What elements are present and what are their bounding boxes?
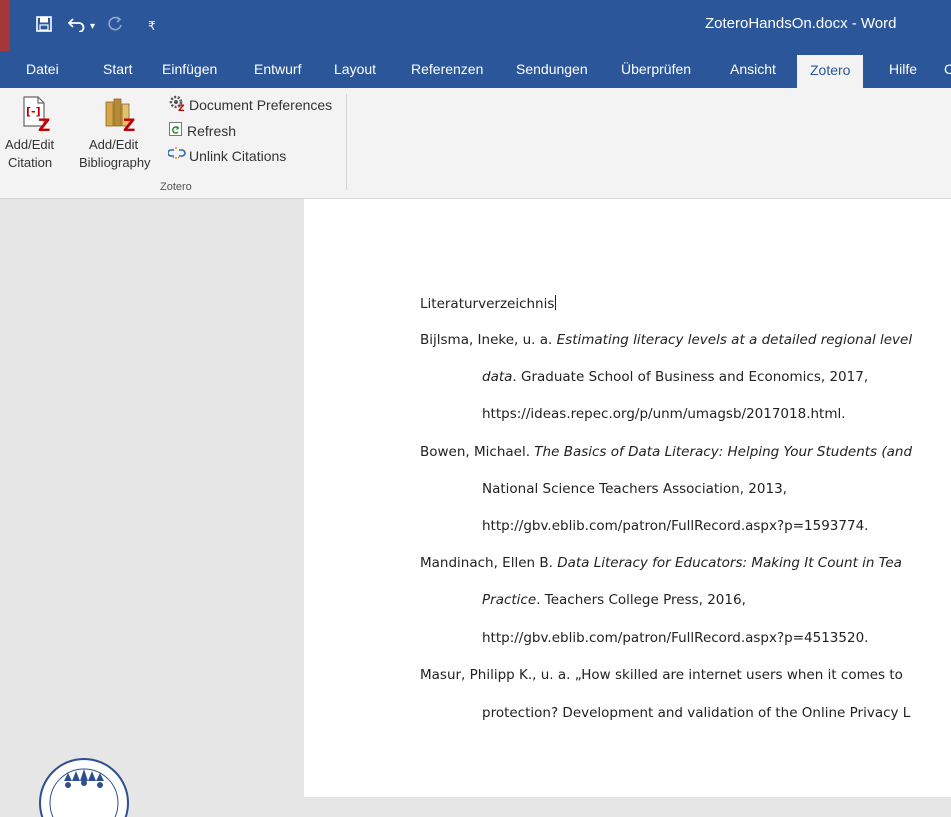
tab-einfuegen[interactable]: Einfügen — [162, 61, 217, 77]
entry-1-title: Estimating literacy levels at a detailed… — [556, 332, 913, 348]
ribbon-group-separator — [346, 94, 347, 190]
gear-icon: Z — [168, 94, 186, 115]
citation-icon: [-] Z — [22, 96, 52, 137]
add-edit-citation-label-1: Add/Edit — [5, 137, 55, 152]
tab-sendungen[interactable]: Sendungen — [516, 61, 588, 77]
window-accent-strip — [0, 0, 10, 51]
entry-1-title-cont: data — [482, 369, 513, 385]
bibliography-heading-text: Literaturverzeichnis — [420, 296, 555, 312]
save-icon[interactable] — [36, 16, 52, 36]
document-gutter — [0, 199, 304, 797]
window-title: ZoteroHandsOn.docx - Word — [705, 15, 897, 32]
bibliography-icon: Z — [104, 96, 140, 137]
ribbon-tabs: Datei Start Einfügen Entwurf Layout Refe… — [0, 51, 951, 88]
tab-ueberpruefen[interactable]: Überprüfen — [621, 61, 691, 77]
undo-icon[interactable] — [67, 16, 86, 36]
add-edit-bibliography-button[interactable]: Z Add/Edit Bibliography — [72, 88, 158, 176]
entry-3-author: Mandinach, Ellen B. — [420, 555, 558, 571]
entry-3-title: Data Literacy for Educators: Making It C… — [557, 555, 902, 571]
entry-2-title: The Basics of Data Literacy: Helping You… — [534, 444, 913, 460]
entry-1-line-1: Bijlsma, Ineke, u. a. Estimating literac… — [420, 332, 912, 348]
entry-2-url: http://gbv.eblib.com/patron/FullRecord.a… — [482, 518, 869, 534]
add-edit-citation-button[interactable]: [-] Z Add/Edit Citation — [0, 88, 72, 176]
svg-text:Z: Z — [38, 116, 50, 132]
refresh-button[interactable]: Refresh — [168, 121, 236, 140]
unlink-citations-button[interactable]: Unlink Citations — [167, 146, 287, 165]
entry-4-line-1: Masur, Philipp K., u. a. „How skilled ar… — [420, 667, 903, 683]
add-edit-bibliography-label-2: Bibliography — [79, 155, 151, 170]
document-page[interactable]: Literaturverzeichnis Bijlsma, Ineke, u. … — [304, 199, 951, 797]
university-seal-logo — [38, 757, 130, 817]
tab-entwurf[interactable]: Entwurf — [254, 61, 301, 77]
entry-1-line-2: data. Graduate School of Business and Ec… — [482, 369, 868, 385]
refresh-icon — [168, 121, 184, 140]
redo-icon[interactable] — [107, 16, 123, 36]
entry-3-line-1: Mandinach, Ellen B. Data Literacy for Ed… — [420, 555, 902, 571]
svg-text:Z: Z — [178, 104, 185, 112]
tab-zotero[interactable]: Zotero — [797, 55, 864, 88]
tab-datei[interactable]: Datei — [26, 61, 59, 77]
add-edit-citation-label-2: Citation — [8, 155, 53, 170]
add-edit-bibliography-label-1: Add/Edit — [89, 137, 139, 152]
customize-qat-icon[interactable]: ₹ — [148, 18, 156, 34]
unlink-icon — [167, 146, 186, 165]
entry-2-line-1: Bowen, Michael. The Basics of Data Liter… — [420, 444, 912, 460]
text-cursor — [555, 295, 557, 310]
tab-hilfe[interactable]: Hilfe — [889, 61, 917, 77]
entry-3-publisher: . Teachers College Press, 2016, — [536, 592, 746, 608]
entry-4-line-2: protection? Development and validation o… — [482, 705, 911, 721]
tab-layout[interactable]: Layout — [334, 61, 376, 77]
entry-1-author: Bijlsma, Ineke, u. a. — [420, 332, 557, 348]
title-bar: ▾ ₹ ZoteroHandsOn.docx - Word — [0, 0, 951, 51]
refresh-label: Refresh — [187, 122, 237, 139]
document-preferences-label: Document Preferences — [189, 96, 333, 113]
entry-2-author: Bowen, Michael. — [420, 444, 535, 460]
tab-overflow[interactable]: C — [944, 61, 951, 77]
entry-3-title-cont: Practice — [482, 592, 537, 608]
bibliography-heading: Literaturverzeichnis — [420, 295, 557, 312]
entry-2-publisher: National Science Teachers Association, 2… — [482, 481, 787, 497]
tab-ansicht[interactable]: Ansicht — [730, 61, 776, 77]
undo-dropdown-icon[interactable]: ▾ — [90, 19, 95, 35]
svg-text:Z: Z — [123, 116, 135, 132]
ribbon-group-label: Zotero — [160, 181, 192, 193]
ribbon-zotero: [-] Z Add/Edit Citation Z Add/Edit Bibli… — [0, 88, 951, 199]
document-preferences-button[interactable]: Z Document Preferences — [168, 94, 332, 115]
entry-1-url: https://ideas.repec.org/p/unm/umagsb/201… — [482, 406, 846, 422]
tab-start[interactable]: Start — [103, 61, 133, 77]
unlink-citations-label: Unlink Citations — [189, 147, 287, 164]
entry-1-publisher: . Graduate School of Business and Econom… — [512, 369, 869, 385]
entry-3-line-2: Practice. Teachers College Press, 2016, — [482, 592, 746, 608]
entry-3-url: http://gbv.eblib.com/patron/FullRecord.a… — [482, 630, 869, 646]
tab-referenzen[interactable]: Referenzen — [411, 61, 483, 77]
